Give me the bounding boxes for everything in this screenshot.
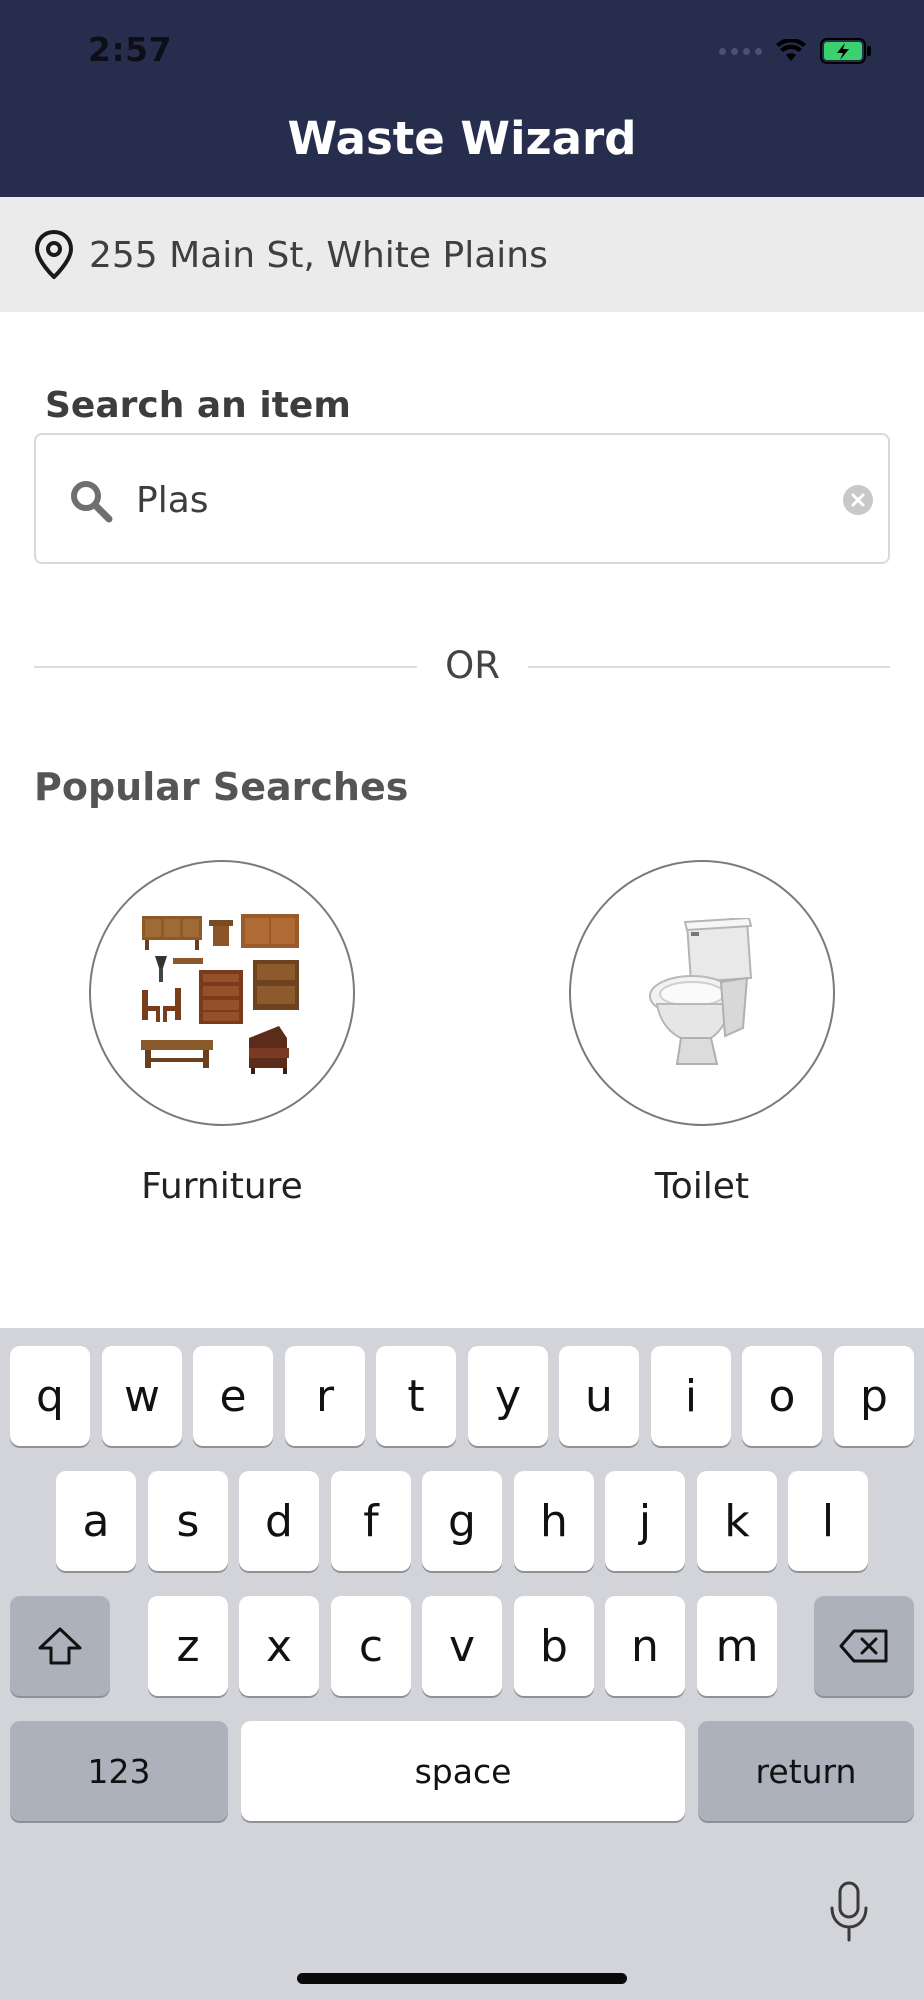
- on-screen-keyboard: q w e r t y u i o p a s d f g h j k l z …: [0, 1328, 924, 2000]
- key-h[interactable]: h: [514, 1471, 594, 1571]
- backspace-icon: [839, 1629, 888, 1663]
- cellular-signal-icon: [719, 47, 762, 55]
- key-x[interactable]: x: [239, 1596, 319, 1696]
- microphone-icon[interactable]: [826, 1880, 872, 1944]
- key-j[interactable]: j: [605, 1471, 685, 1571]
- battery-icon: [820, 38, 871, 64]
- or-divider-text: OR: [445, 644, 500, 687]
- numbers-key[interactable]: 123: [10, 1721, 228, 1821]
- key-q[interactable]: q: [10, 1346, 90, 1446]
- furniture-image[interactable]: [89, 860, 355, 1126]
- search-icon: [71, 481, 113, 523]
- status-time: 2:57: [88, 30, 173, 69]
- popular-item-label: Furniture: [141, 1166, 303, 1207]
- key-l[interactable]: l: [788, 1471, 868, 1571]
- key-c[interactable]: c: [331, 1596, 411, 1696]
- key-y[interactable]: y: [468, 1346, 548, 1446]
- popular-searches-title: Popular Searches: [34, 765, 409, 809]
- key-a[interactable]: a: [56, 1471, 136, 1571]
- toilet-icon: [649, 918, 753, 1065]
- search-label: Search an item: [45, 385, 351, 426]
- key-k[interactable]: k: [697, 1471, 777, 1571]
- location-bar[interactable]: 255 Main St, White Plains: [0, 197, 924, 312]
- key-m[interactable]: m: [697, 1596, 777, 1696]
- shift-icon: [38, 1627, 82, 1665]
- key-b[interactable]: b: [514, 1596, 594, 1696]
- search-box[interactable]: [34, 433, 890, 564]
- key-z[interactable]: z: [148, 1596, 228, 1696]
- search-input[interactable]: [136, 470, 776, 530]
- app-title: Waste Wizard: [287, 112, 637, 165]
- key-s[interactable]: s: [148, 1471, 228, 1571]
- popular-item-label: Toilet: [654, 1166, 750, 1207]
- key-t[interactable]: t: [376, 1346, 456, 1446]
- key-i[interactable]: i: [651, 1346, 731, 1446]
- shift-key[interactable]: [10, 1596, 110, 1696]
- divider-line-left: [34, 666, 417, 668]
- popular-item-toilet[interactable]: Toilet: [567, 860, 837, 1207]
- key-f[interactable]: f: [331, 1471, 411, 1571]
- key-v[interactable]: v: [422, 1596, 502, 1696]
- key-w[interactable]: w: [102, 1346, 182, 1446]
- wifi-icon: [776, 39, 806, 61]
- popular-item-furniture[interactable]: Furniture: [87, 860, 357, 1207]
- key-p[interactable]: p: [834, 1346, 914, 1446]
- key-r[interactable]: r: [285, 1346, 365, 1446]
- app-header: 2:57 Waste Wizard: [0, 0, 924, 197]
- home-indicator[interactable]: [297, 1973, 627, 1984]
- status-icons: [719, 36, 872, 66]
- space-key[interactable]: space: [241, 1721, 685, 1821]
- key-d[interactable]: d: [239, 1471, 319, 1571]
- location-address: 255 Main St, White Plains: [89, 235, 548, 276]
- return-key[interactable]: return: [698, 1721, 914, 1821]
- key-o[interactable]: o: [742, 1346, 822, 1446]
- clear-search-icon[interactable]: [842, 484, 874, 516]
- furniture-icon: [141, 914, 299, 1074]
- map-pin-icon: [35, 230, 73, 279]
- key-u[interactable]: u: [559, 1346, 639, 1446]
- toilet-image[interactable]: [569, 860, 835, 1126]
- divider-line-right: [528, 666, 890, 668]
- key-n[interactable]: n: [605, 1596, 685, 1696]
- key-e[interactable]: e: [193, 1346, 273, 1446]
- delete-key[interactable]: [814, 1596, 914, 1696]
- key-g[interactable]: g: [422, 1471, 502, 1571]
